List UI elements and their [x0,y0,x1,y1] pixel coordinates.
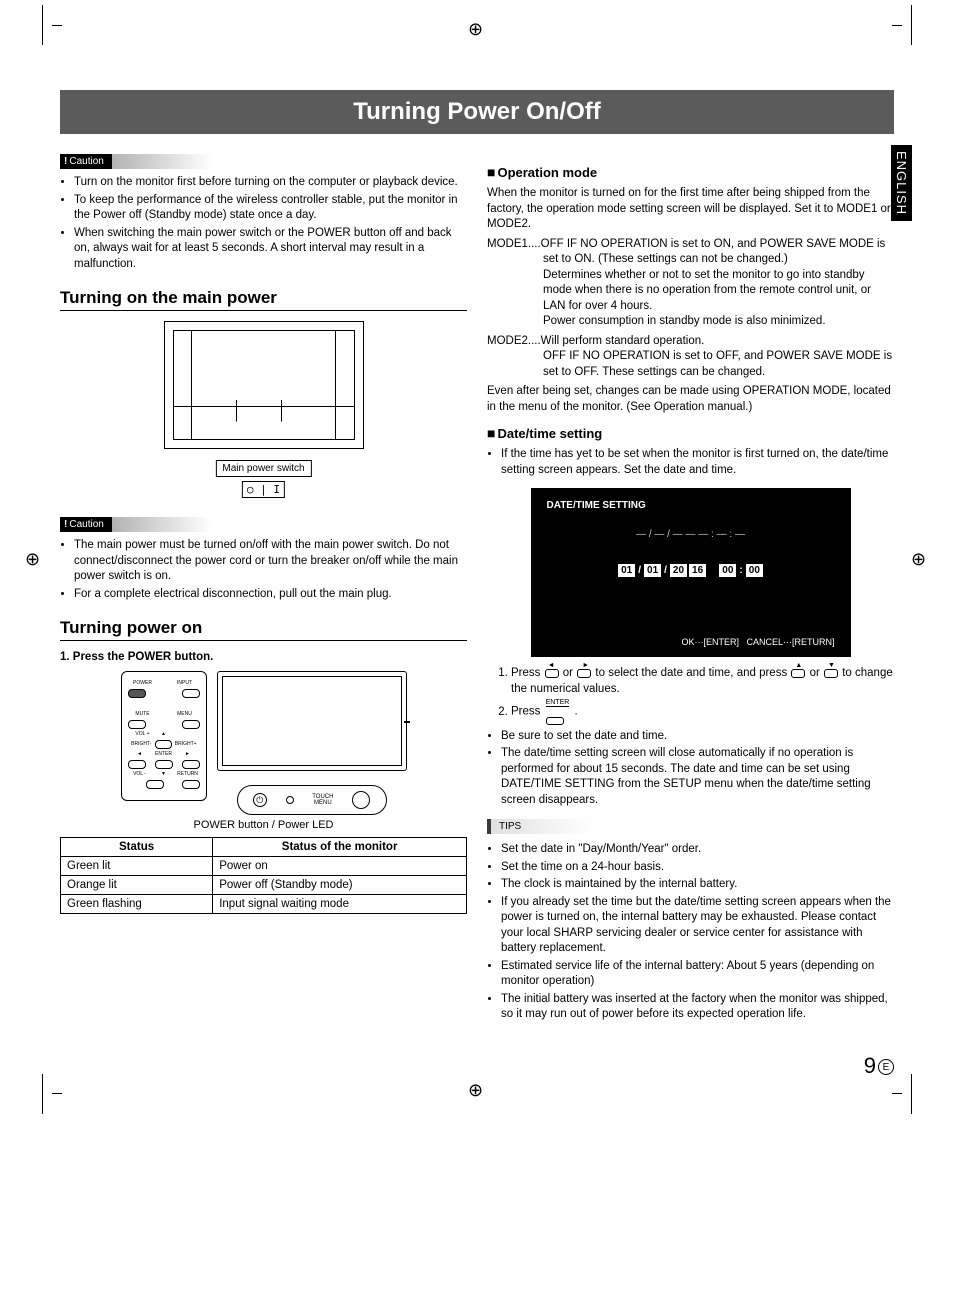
caution-list-mid: The main power must be turned on/off wit… [60,538,467,602]
remote-control-icon: POWERINPUT MUTEMENU VOL +▲ BRIGHT-BRIGHT… [121,671,207,801]
date-time-screen: DATE/TIME SETTING — / — / — — — : — : — … [531,488,851,657]
tips-label: TIPS [487,819,637,834]
dt-screen-date-row: 01/01/2016 00:00 [547,564,835,577]
mode1-description: MODE1....OFF IF NO OPERATION is set to O… [487,237,894,330]
right-arrow-key-icon [577,669,591,678]
main-power-switch-label: Main power switch [215,460,311,477]
monitor-icon [217,671,407,771]
caution-label: !Caution [60,517,112,532]
date-time-steps: Press or to select the date and time, an… [487,665,894,724]
power-led-icon [286,796,294,804]
led-status-table: Status Status of the monitor Green litPo… [60,837,467,914]
power-button-icon: ⏻ [253,793,267,807]
figure-caption: POWER button / Power LED [60,819,467,831]
mode2-description: MODE2....Will perform standard operation… [487,334,894,381]
operation-mode-intro: When the monitor is turned on for the fi… [487,186,894,233]
date-time-intro: If the time has yet to be set when the m… [487,447,894,478]
tips-list: Set the date in "Day/Month/Year" order. … [487,842,894,1023]
section-date-time-setting: ■Date/time setting [487,425,894,441]
section-turning-power-on: Turning power on [60,618,467,641]
dt-ok-hint: OK···[ENTER] [681,637,739,647]
up-arrow-key-icon [791,669,805,678]
enter-key-icon: ENTER [546,699,570,724]
section-operation-mode: ■Operation mode [487,164,894,180]
touch-menu-icon [352,791,370,809]
down-arrow-key-icon [824,669,838,678]
date-time-notes: Be sure to set the date and time. The da… [487,729,894,809]
caution-label: !Caution [60,154,112,169]
caution-list-top: Turn on the monitor first before turning… [60,175,467,272]
page-title: Turning Power On/Off [60,90,894,134]
operation-mode-note: Even after being set, changes can be mad… [487,384,894,415]
left-arrow-key-icon [545,669,559,678]
main-power-switch-figure: Main power switch ○ | I [60,321,467,449]
control-bar-icon: ⏻ TOUCH MENU [237,785,387,815]
power-switch-symbol-icon: ○ | I [242,481,285,498]
dt-screen-blank-row: — / — / — — — : — : — [547,529,835,540]
page-number: 9E [60,1053,894,1079]
remote-and-monitor-figure: POWERINPUT MUTEMENU VOL +▲ BRIGHT-BRIGHT… [60,671,467,815]
dt-cancel-hint: CANCEL···[RETURN] [746,637,834,647]
dt-screen-title: DATE/TIME SETTING [547,500,835,511]
step-press-power: 1. Press the POWER button. [60,651,467,663]
language-mark-icon: E [878,1059,894,1075]
section-turning-on-main-power: Turning on the main power [60,288,467,311]
